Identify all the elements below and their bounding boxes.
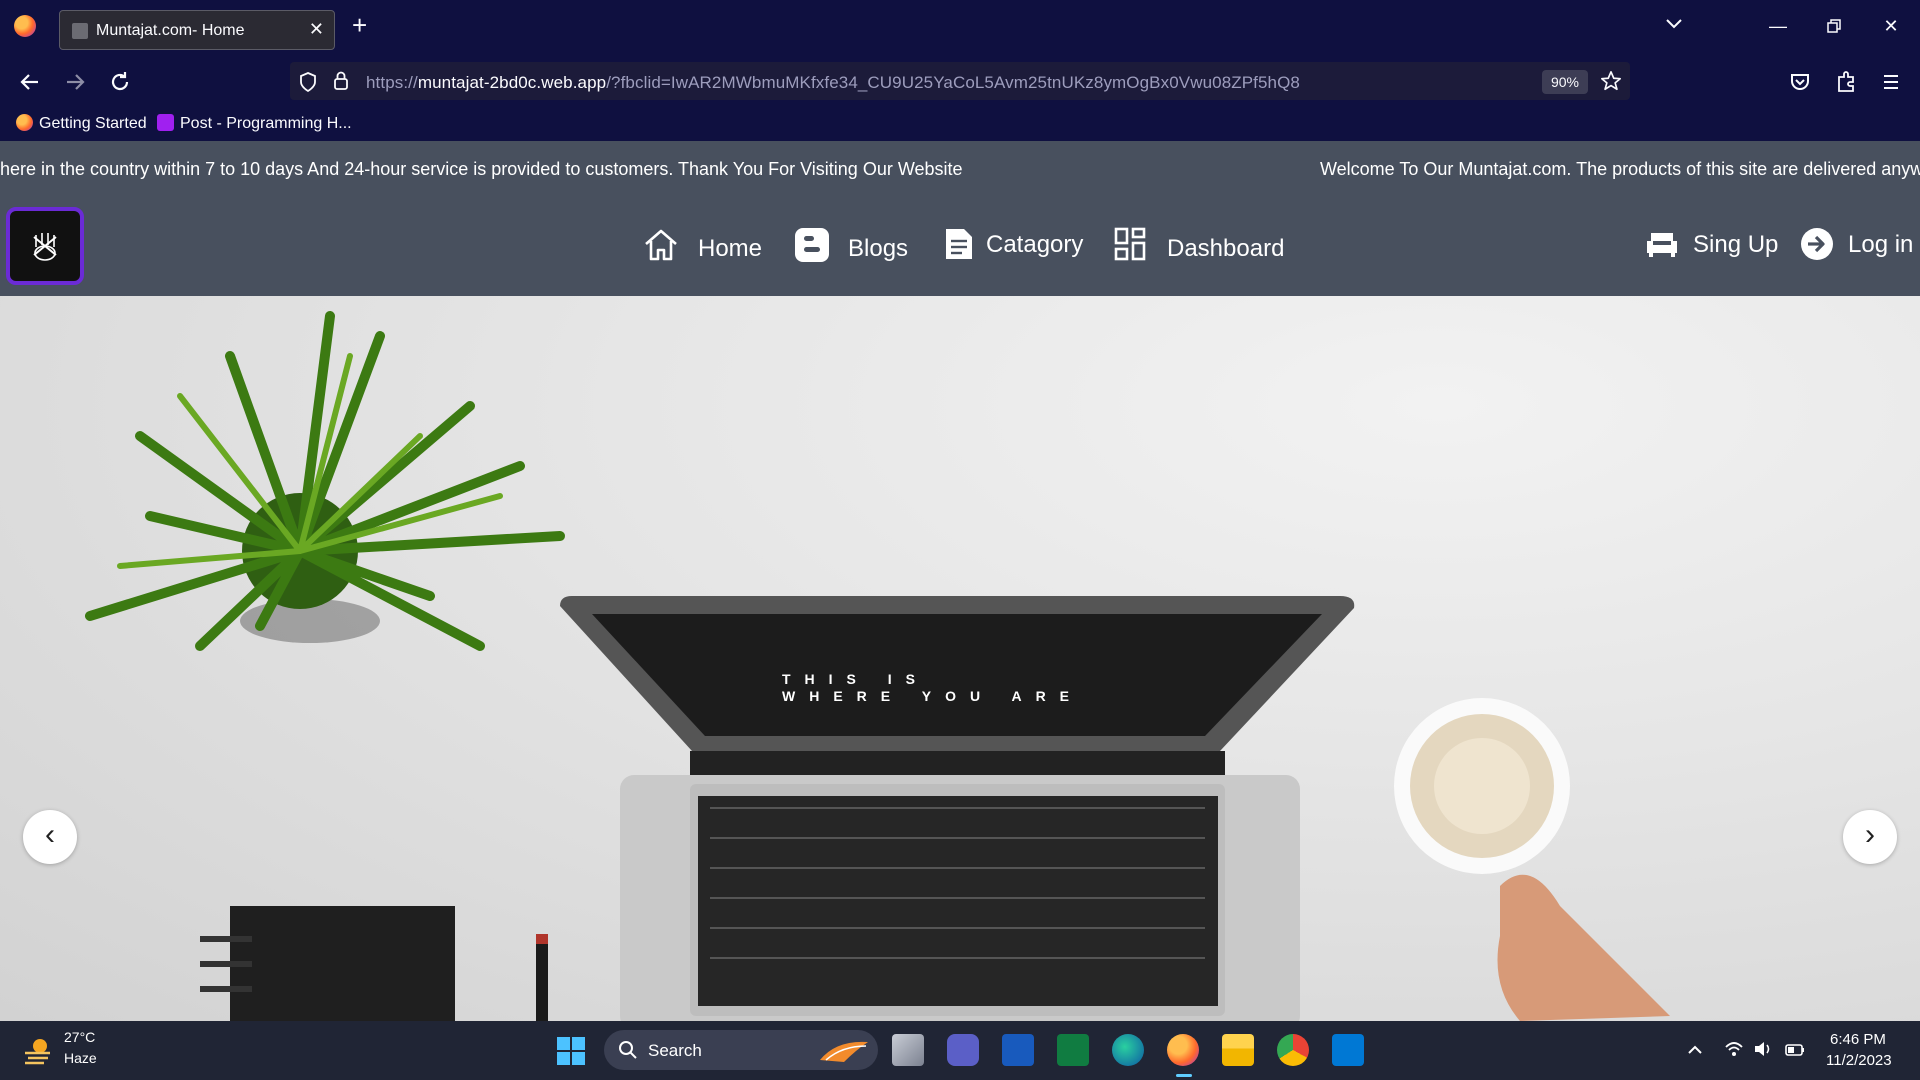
forward-icon[interactable] bbox=[60, 67, 90, 97]
web-page: here in the country within 7 to 10 days … bbox=[0, 141, 1920, 1021]
laptop-screen-line2: WHERE YOU ARE bbox=[782, 688, 1084, 704]
screen: Muntajat.com- Home ✕ + — ✕ https://munta… bbox=[0, 0, 1920, 1080]
nav-dashboard[interactable]: Dashboard bbox=[1114, 227, 1284, 267]
restore-icon[interactable] bbox=[1822, 14, 1846, 38]
zoom-level-badge[interactable]: 90% bbox=[1542, 70, 1588, 94]
show-hidden-icons-chevron-icon[interactable] bbox=[1686, 1041, 1704, 1059]
taskbar-search[interactable]: Search bbox=[604, 1030, 878, 1070]
nav-blogs[interactable]: Blogs bbox=[794, 227, 909, 267]
edge-icon[interactable] bbox=[1112, 1034, 1144, 1066]
document-icon bbox=[946, 229, 972, 259]
laptop-screen-line1: THIS IS bbox=[782, 671, 930, 687]
nav-login[interactable]: Log in bbox=[1800, 227, 1920, 267]
bookmark-star-icon[interactable] bbox=[1600, 70, 1622, 92]
site-logo[interactable] bbox=[6, 207, 84, 285]
firefox-taskbar-icon[interactable] bbox=[1167, 1034, 1199, 1066]
back-icon[interactable] bbox=[15, 67, 45, 97]
pocket-icon[interactable] bbox=[1785, 67, 1815, 97]
site-navbar: Home Blogs Catagory Dashboard Sing Up Lo… bbox=[0, 195, 1920, 296]
windows-start-icon[interactable] bbox=[556, 1036, 586, 1066]
vscode-icon[interactable] bbox=[1332, 1034, 1364, 1066]
marquee-text-a: here in the country within 7 to 10 days … bbox=[0, 159, 963, 179]
teams-chat-icon[interactable] bbox=[947, 1034, 979, 1066]
nav-home[interactable]: Home bbox=[643, 227, 763, 267]
hero-carousel: THIS IS WHERE YOU ARE ‹ › bbox=[0, 296, 1920, 1021]
nav-category-label: Catagory bbox=[986, 231, 1084, 258]
bookmark-post-programming[interactable]: Post - Programming H... bbox=[157, 114, 352, 133]
carousel-next-button[interactable]: › bbox=[1843, 810, 1897, 864]
tab-title: Muntajat.com- Home bbox=[96, 22, 245, 39]
search-highlight-icon bbox=[820, 1041, 868, 1062]
plant-illustration bbox=[85, 311, 565, 651]
menu-icon[interactable] bbox=[1876, 67, 1906, 97]
notebook-illustration bbox=[200, 906, 548, 1021]
active-app-indicator bbox=[1176, 1074, 1192, 1077]
clock-time[interactable]: 6:46 PM bbox=[1830, 1031, 1886, 1048]
reload-icon[interactable] bbox=[105, 67, 135, 97]
marquee-text-b: Welcome To Our Muntajat.com. The product… bbox=[1320, 159, 1920, 179]
windows-taskbar: 27°C Haze Search 6:46 PM 11/2/2023 bbox=[0, 1021, 1920, 1080]
announcement-marquee: here in the country within 7 to 10 days … bbox=[0, 141, 1920, 195]
weather-temperature[interactable]: 27°C bbox=[64, 1029, 95, 1045]
task-view-icon[interactable] bbox=[892, 1034, 924, 1066]
nav-signup-label: Sing Up bbox=[1693, 231, 1779, 258]
tab-muntajat-home[interactable]: Muntajat.com- Home ✕ bbox=[59, 10, 335, 50]
nav-dashboard-label: Dashboard bbox=[1167, 235, 1285, 262]
carousel-prev-button[interactable]: ‹ bbox=[23, 810, 77, 864]
extensions-icon[interactable] bbox=[1831, 67, 1861, 97]
hero-image bbox=[85, 311, 1670, 1021]
search-label: Search bbox=[648, 1041, 702, 1060]
laptop-illustration bbox=[560, 596, 1355, 1021]
programming-hero-bookmark-icon bbox=[157, 114, 174, 131]
volume-icon[interactable] bbox=[1753, 1039, 1773, 1059]
firefox-icon[interactable] bbox=[14, 15, 36, 37]
excel-icon[interactable] bbox=[1057, 1034, 1089, 1066]
bookmarks-toolbar: Getting Started Post - Programming H... bbox=[0, 108, 1920, 141]
word-icon[interactable] bbox=[1002, 1034, 1034, 1066]
hand-illustration bbox=[1497, 874, 1670, 1021]
tracking-protection-shield-icon[interactable] bbox=[298, 71, 318, 93]
close-tab-icon[interactable]: ✕ bbox=[309, 19, 324, 40]
firefox-bookmark-icon bbox=[16, 114, 33, 131]
wifi-icon[interactable] bbox=[1724, 1039, 1744, 1059]
blogger-icon bbox=[795, 228, 829, 262]
coffee-cup-illustration bbox=[1394, 698, 1570, 874]
nav-blogs-label: Blogs bbox=[848, 235, 909, 262]
close-window-icon[interactable]: ✕ bbox=[1879, 14, 1903, 38]
bookmark-getting-started[interactable]: Getting Started bbox=[16, 114, 147, 133]
browser-tab-bar: Muntajat.com- Home ✕ + — ✕ bbox=[0, 0, 1920, 54]
nav-home-label: Home bbox=[698, 235, 763, 262]
chrome-icon[interactable] bbox=[1277, 1034, 1309, 1066]
logo-emblem-icon bbox=[33, 233, 57, 261]
list-all-tabs-icon[interactable] bbox=[1664, 14, 1684, 34]
url-bar[interactable]: https://muntajat-2bd0c.web.app/?fbclid=I… bbox=[290, 62, 1630, 100]
dashboard-icon bbox=[1114, 227, 1146, 261]
new-tab-button[interactable]: + bbox=[352, 12, 367, 38]
lock-icon[interactable] bbox=[332, 70, 350, 92]
home-icon bbox=[645, 229, 677, 261]
url-text[interactable]: https://muntajat-2bd0c.web.app/?fbclid=I… bbox=[366, 73, 1300, 93]
battery-icon[interactable] bbox=[1784, 1039, 1806, 1059]
minimize-icon[interactable]: — bbox=[1766, 14, 1790, 38]
weather-condition[interactable]: Haze bbox=[64, 1050, 97, 1066]
signup-sofa-icon bbox=[1647, 233, 1677, 257]
browser-nav-bar: https://muntajat-2bd0c.web.app/?fbclid=I… bbox=[0, 54, 1920, 108]
nav-signup[interactable]: Sing Up bbox=[1645, 227, 1779, 267]
search-icon bbox=[619, 1041, 637, 1059]
file-explorer-icon[interactable] bbox=[1222, 1034, 1254, 1066]
nav-category[interactable]: Catagory bbox=[944, 227, 1084, 267]
nav-login-label: Log in bbox=[1848, 231, 1914, 258]
site-favicon-icon bbox=[72, 23, 88, 39]
login-arrow-icon bbox=[1801, 228, 1833, 260]
clock-date[interactable]: 11/2/2023 bbox=[1826, 1052, 1892, 1069]
weather-haze-icon[interactable] bbox=[22, 1035, 54, 1067]
